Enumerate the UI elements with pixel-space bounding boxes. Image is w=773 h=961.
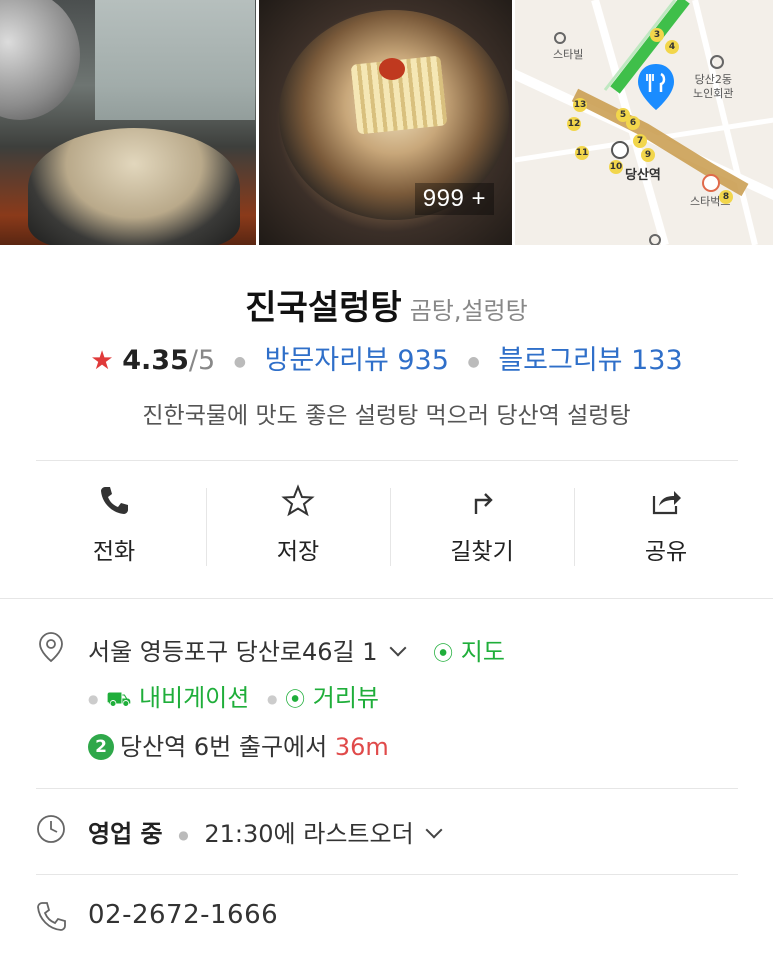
- share-label: 공유: [644, 539, 688, 565]
- subway-line-badge: 2: [88, 734, 114, 760]
- hours-row[interactable]: 영업 중 ● 21:30에 라스트오더: [88, 814, 443, 849]
- business-status: 영업 중: [88, 820, 163, 848]
- visitor-review-link[interactable]: 방문자리뷰 935: [265, 345, 449, 376]
- separator-dot: ●: [266, 692, 278, 706]
- chevron-down-icon[interactable]: [425, 821, 443, 839]
- star-outline-icon: [281, 484, 315, 517]
- map-exit-9: 9: [641, 148, 656, 162]
- star-icon: ★: [90, 346, 114, 376]
- photo-strip: 999 + 스타빌 당산2동 노인회관 당산역 스타벅스 13 12 11 10…: [0, 0, 773, 245]
- separator-dot: ●: [467, 353, 480, 370]
- clock-icon: [37, 815, 65, 843]
- map-exit-4: 4: [665, 40, 680, 54]
- streetview-label: 거리뷰: [312, 684, 379, 712]
- map-exit-13: 13: [573, 98, 588, 112]
- map-link-label: 지도: [460, 638, 505, 666]
- map-exit-10: 10: [609, 160, 624, 174]
- navigation-link[interactable]: ⛟ 내비게이션: [106, 684, 249, 712]
- map-exit-8: 8: [719, 190, 734, 204]
- call-label: 전화: [92, 539, 136, 565]
- map-exit-5: 5: [616, 108, 631, 122]
- navigation-label: 내비게이션: [138, 684, 250, 712]
- divider: [0, 598, 773, 599]
- place-category: 곰탕,설렁탕: [409, 297, 528, 325]
- location-outline-icon: [39, 632, 63, 663]
- photo-count-badge[interactable]: 999 +: [414, 183, 495, 215]
- blog-review-link[interactable]: 블로그리뷰 133: [498, 345, 682, 376]
- address-text[interactable]: 서울 영등포구 당산로46길 1: [88, 638, 378, 666]
- map-station-label: 당산역: [625, 168, 661, 183]
- pot-lid: [0, 0, 80, 120]
- subway-station: 당산역: [120, 733, 187, 761]
- separator-dot: ●: [178, 828, 189, 842]
- map-thumbnail[interactable]: 스타빌 당산2동 노인회관 당산역 스타벅스 13 12 11 10 9 8 7…: [515, 0, 773, 245]
- address-sub-links: ● ⛟ 내비게이션 ● ⦿ 거리뷰: [88, 678, 379, 714]
- directions-label: 길찾기: [450, 539, 514, 565]
- chili-garnish: [379, 58, 405, 80]
- streetview-link[interactable]: ⦿ 거리뷰: [285, 684, 379, 712]
- map-svg: [515, 0, 773, 245]
- car-icon: ⛟: [106, 687, 132, 711]
- action-bar: 전화 저장 길찾기 공유: [22, 478, 758, 578]
- map-exit-3: 3: [650, 28, 665, 42]
- subway-distance: 36m: [334, 733, 389, 761]
- phone-icon: [101, 487, 128, 514]
- subway-exit-text: 6번 출구에서: [193, 733, 328, 761]
- divider: [36, 874, 738, 875]
- map-link[interactable]: ⦿ 지도: [433, 638, 505, 666]
- restaurant-photo-kitchen[interactable]: [0, 0, 256, 245]
- chevron-down-icon[interactable]: [389, 639, 406, 657]
- rating-score: 4.35: [122, 345, 189, 376]
- save-label: 저장: [276, 539, 320, 565]
- save-button[interactable]: 저장: [206, 478, 390, 578]
- divider: [36, 788, 738, 789]
- place-description: 진한국물에 맛도 좋은 설렁탕 먹으러 당산역 설렁탕: [142, 403, 631, 429]
- divider: [36, 460, 738, 461]
- separator-dot: ●: [88, 692, 99, 706]
- separator-dot: ●: [233, 353, 246, 370]
- share-icon: [652, 491, 681, 515]
- restaurant-photo-dish[interactable]: 999 +: [259, 0, 513, 245]
- address-row: 서울 영등포구 당산로46길 1 ⦿ 지도: [88, 632, 505, 667]
- location-pin-icon: [638, 64, 675, 110]
- last-order-text: 21:30에 라스트오더: [204, 820, 414, 848]
- directions-button[interactable]: 길찾기: [390, 478, 574, 578]
- window-background: [95, 0, 255, 120]
- map-exit-7: 7: [633, 134, 648, 148]
- directions-arrow-icon: [474, 493, 493, 514]
- rating-row: ★ 4.35/5 ● 방문자리뷰 935 ● 블로그리뷰 133: [0, 338, 773, 377]
- streetview-pin-icon: ⦿: [285, 687, 306, 711]
- phone-number[interactable]: 02-2672-1666: [88, 900, 278, 930]
- phone-outline-icon: [37, 902, 66, 931]
- pin-small-icon: ⦿: [433, 641, 454, 665]
- call-button[interactable]: 전화: [22, 478, 206, 578]
- map-exit-11: 11: [575, 146, 590, 160]
- share-button[interactable]: 공유: [574, 478, 758, 578]
- map-poi-senior-center: 당산2동 노인회관: [693, 73, 734, 100]
- broth-pot: [28, 128, 240, 245]
- place-title-row: 진국설렁탕 곰탕,설렁탕: [0, 280, 773, 329]
- subway-row: 2 당산역 6번 출구에서 36m: [88, 727, 389, 762]
- map-exit-12: 12: [567, 117, 582, 131]
- place-name: 진국설렁탕: [245, 288, 402, 328]
- rating-max: /5: [188, 345, 216, 376]
- map-poi-starvil: 스타빌: [553, 48, 584, 61]
